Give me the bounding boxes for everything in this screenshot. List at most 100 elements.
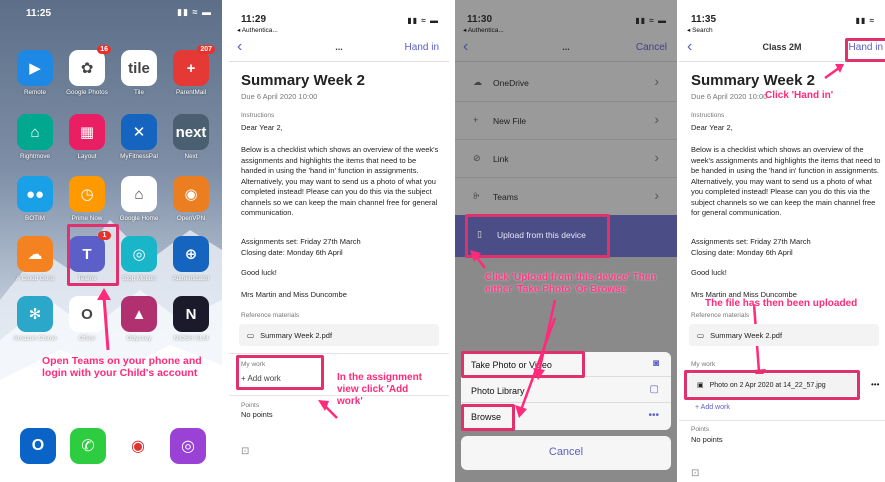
myfitnesspal-icon: ✕ [121,114,157,150]
app-myfitnesspal[interactable]: ✕ MyFitnessPal [116,114,162,160]
add-work-button[interactable]: + Add work [695,403,875,414]
google-home-icon: ⌂ [121,176,157,212]
source-icon: ⊘ [473,153,481,163]
greeting: Dear Year 2, [241,123,283,132]
upload-instruction: Click 'Upload from this device' Then eit… [485,272,657,295]
phone-icon[interactable]: ✆ [70,428,106,464]
outlook-icon[interactable]: O [20,428,56,464]
app-botim[interactable]: ●● BOTIM [12,176,58,222]
greeting: Dear Year 2, [691,123,733,132]
app-niosh-slm[interactable]: N NIOSH SLM [168,296,214,342]
prime-now-icon: ◷ [69,176,105,212]
add-work-instruction: In the assignment view click 'Add work' [337,372,423,407]
remote-icon: ▶ [17,50,53,86]
divider [229,353,449,354]
sheet-option-photo-library[interactable]: Photo Library ▢ [461,378,671,403]
app-office[interactable]: O Office [64,296,110,342]
status-icons: ▮▮ ≈ ▬ [407,16,439,25]
authenticator-icon: ⊕ [173,236,209,272]
app-remote[interactable]: ▶ Remote [12,50,58,96]
add-work-highlight [236,355,324,390]
source-icon: ꔬ [473,191,480,201]
instructions-body: Below is a checklist which shows an over… [241,145,439,217]
status-time: 11:29 [241,14,267,25]
app-a-cloud-guru[interactable]: ☁ A Cloud Guru [12,236,58,282]
chevron-right-icon: › [654,111,659,127]
back-to-app-link[interactable]: ◂ Authentica... [463,26,504,34]
source-row-new-file[interactable]: + New File › [455,102,677,140]
more-options-icon[interactable]: ••• [871,380,879,389]
reference-file-name: Summary Week 2.pdf [260,330,333,340]
signoff: Mrs Martin and Miss Duncombe [241,290,347,299]
points-label: Points [241,402,260,409]
assignments-set: Assignments set: Friday 27th March [241,237,361,246]
chevron-right-icon: › [654,73,659,89]
app-authenticator[interactable]: ⊕ Authenticator [168,236,214,282]
instructions-label: Instructions [691,112,725,119]
assignment-panel: 11:29 ◂ Authentica... ▮▮ ≈ ▬ ‹ ... Hand … [229,0,449,482]
cancel-sheet[interactable]: Cancel [461,436,671,470]
upload-panel: 11:30 ◂ Authentica... ▮▮ ≈ ▬ ‹ ... Cance… [455,0,677,482]
reference-file[interactable]: ▭ Summary Week 2.pdf [239,324,439,346]
status-time: 11:25 [26,8,52,19]
due-date: Due 6 April 2020 10:00 [691,92,768,101]
notification-badge: 207 [197,45,215,54]
app-odyssey[interactable]: ▲ Odyssey [116,296,162,342]
nav-bar: ‹ ... Cancel [455,36,677,62]
source-icon: ☁ [473,77,482,87]
back-to-search-link[interactable]: ◂ Search [687,26,713,34]
app-label: ParentMail [175,89,207,96]
sheet-option-icon: ••• [648,410,659,421]
source-label: New File [493,116,527,126]
chevron-right-icon: › [654,149,659,165]
cancel-button[interactable]: Cancel [461,446,671,458]
podcasts-icon[interactable]: ◎ [170,428,206,464]
pdf-file-icon: ▭ [247,330,255,340]
hand-in-button[interactable]: Hand in [405,42,439,53]
attachment-icon[interactable]: ⊡ [691,468,699,479]
take-photo-highlight [461,351,585,378]
app-tile[interactable]: tile Tile [116,50,162,96]
status-bar: 11:30 ◂ Authentica... ▮▮ ≈ ▬ [455,0,677,34]
app-parentmail[interactable]: +207 ParentMail [168,45,215,96]
odyssey-icon: ▲ [121,296,157,332]
app-amazon-chime[interactable]: ✻ Amazon Chime [12,296,58,342]
source-label: Link [493,154,509,164]
amazon-chime-icon: ✻ [17,296,53,332]
attachment-icon[interactable]: ⊡ [241,446,249,457]
status-icons: ▮▮ ≈ ▬ [177,7,212,17]
app-openvpn[interactable]: ◉ OpenVPN [168,176,214,222]
source-row-teams[interactable]: ꔬ Teams › [455,178,677,216]
app-prime-now[interactable]: ◷ Prime Now [64,176,110,222]
sheet-option-icon: ◙ [652,358,659,369]
app-stop-motion[interactable]: ◎ Stop Motion [116,236,162,282]
dock: O ✆ ◉ ◎ [10,414,212,478]
app-google-home[interactable]: ⌂ Google Home [116,176,162,222]
source-row-link[interactable]: ⊘ Link › [455,140,677,178]
chrome-icon[interactable]: ◉ [120,428,156,464]
uploaded-instruction: The file has then been uploaded [705,298,858,309]
reference-file-name: Summary Week 2.pdf [710,330,783,340]
notification-badge: 16 [97,45,111,54]
tile-icon: tile [121,50,157,86]
teams-highlight [67,224,119,286]
layout-icon: ▦ [69,114,105,150]
google-photos-icon: ✿ 16 [69,45,111,86]
app-layout[interactable]: ▦ Layout [64,114,110,160]
back-to-app-link[interactable]: ◂ Authentica... [237,26,278,34]
openvpn-icon: ◉ [173,176,209,212]
app-label: Authenticator [172,275,210,282]
source-row-onedrive[interactable]: ☁ OneDrive › [455,64,677,102]
cancel-link[interactable]: Cancel [636,42,667,53]
reference-label: Reference materials [691,312,750,319]
status-time: 11:30 [467,14,493,25]
app-google-photos[interactable]: ✿ 16 Google Photos [64,45,111,96]
points-value: No points [691,435,723,444]
source-icon: + [473,115,479,125]
app-rightmove[interactable]: ⌂ Rightmove [12,114,58,160]
reference-file[interactable]: ▭ Summary Week 2.pdf [689,324,879,346]
assignment-title: Summary Week 2 [241,72,365,89]
app-next[interactable]: next Next [168,114,214,160]
next-icon: next [173,114,209,150]
picker-list: 11:30 ◂ Authentica... ▮▮ ≈ ▬ ‹ ... Cance… [455,0,677,216]
